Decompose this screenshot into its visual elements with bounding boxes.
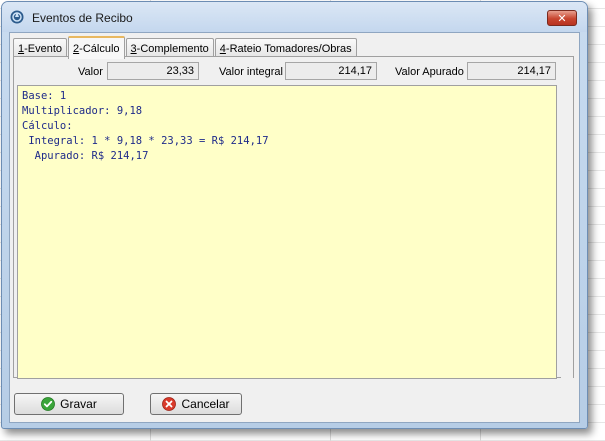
memo-line: Multiplicador: 9,18 [22, 105, 143, 117]
cancel-icon [162, 397, 177, 411]
valor-apurado-field[interactable]: 214,17 [467, 62, 556, 80]
close-button[interactable]: ✕ [547, 10, 577, 26]
valor-integral-field[interactable]: 214,17 [285, 62, 377, 80]
dialog-window: Eventos de Recibo ✕ 1 -Evento 2 -Cálculo 3… [1, 1, 588, 429]
calculation-memo[interactable]: Base: 1 Multiplicador: 9,18 Cálculo: Integ… [17, 85, 557, 379]
tab-calculo-label: -Cálculo [79, 42, 120, 55]
app-icon [10, 10, 24, 24]
memo-line: Integral: 1 * 9,18 * 23,33 = R$ 214,17 [22, 135, 269, 147]
save-button[interactable]: Gravar [14, 393, 124, 415]
memo-side-strip [561, 85, 573, 379]
cancel-button[interactable]: Cancelar [150, 393, 242, 415]
check-icon [41, 397, 56, 411]
valor-integral-label: Valor integral [219, 66, 283, 78]
close-icon: ✕ [557, 12, 567, 25]
title-bar[interactable]: Eventos de Recibo ✕ [2, 2, 587, 32]
tab-evento-label: -Evento [24, 42, 63, 55]
tab-calculo[interactable]: 2 -Cálculo [68, 36, 125, 59]
calculo-panel: Valor 23,33 Valor integral 214,17 Valor … [13, 56, 574, 379]
dialog-client-area: 1 -Evento 2 -Cálculo 3 -Complemento 4 -Ratei… [9, 32, 580, 423]
tab-evento[interactable]: 1 -Evento [13, 38, 68, 58]
save-button-label: Gravar [60, 397, 97, 411]
memo-line: Base: 1 [22, 90, 67, 102]
tab-rateio-label: -Rateio Tomadores/Obras [225, 42, 352, 55]
tab-rateio[interactable]: 4 -Rateio Tomadores/Obras [214, 38, 357, 58]
tab-strip: 1 -Evento 2 -Cálculo 3 -Complemento 4 -Ratei… [13, 36, 358, 59]
tab-complemento-label: -Complemento [136, 42, 209, 55]
valor-apurado-label: Valor Apurado [395, 66, 464, 78]
memo-line: Cálculo: [22, 120, 73, 132]
valor-label: Valor [78, 66, 103, 78]
valor-field[interactable]: 23,33 [107, 62, 199, 80]
cancel-button-label: Cancelar [181, 397, 230, 411]
tab-complemento[interactable]: 3 -Complemento [125, 38, 214, 58]
window-title: Eventos de Recibo [32, 11, 133, 25]
memo-line: Apurado: R$ 214,17 [22, 150, 149, 162]
